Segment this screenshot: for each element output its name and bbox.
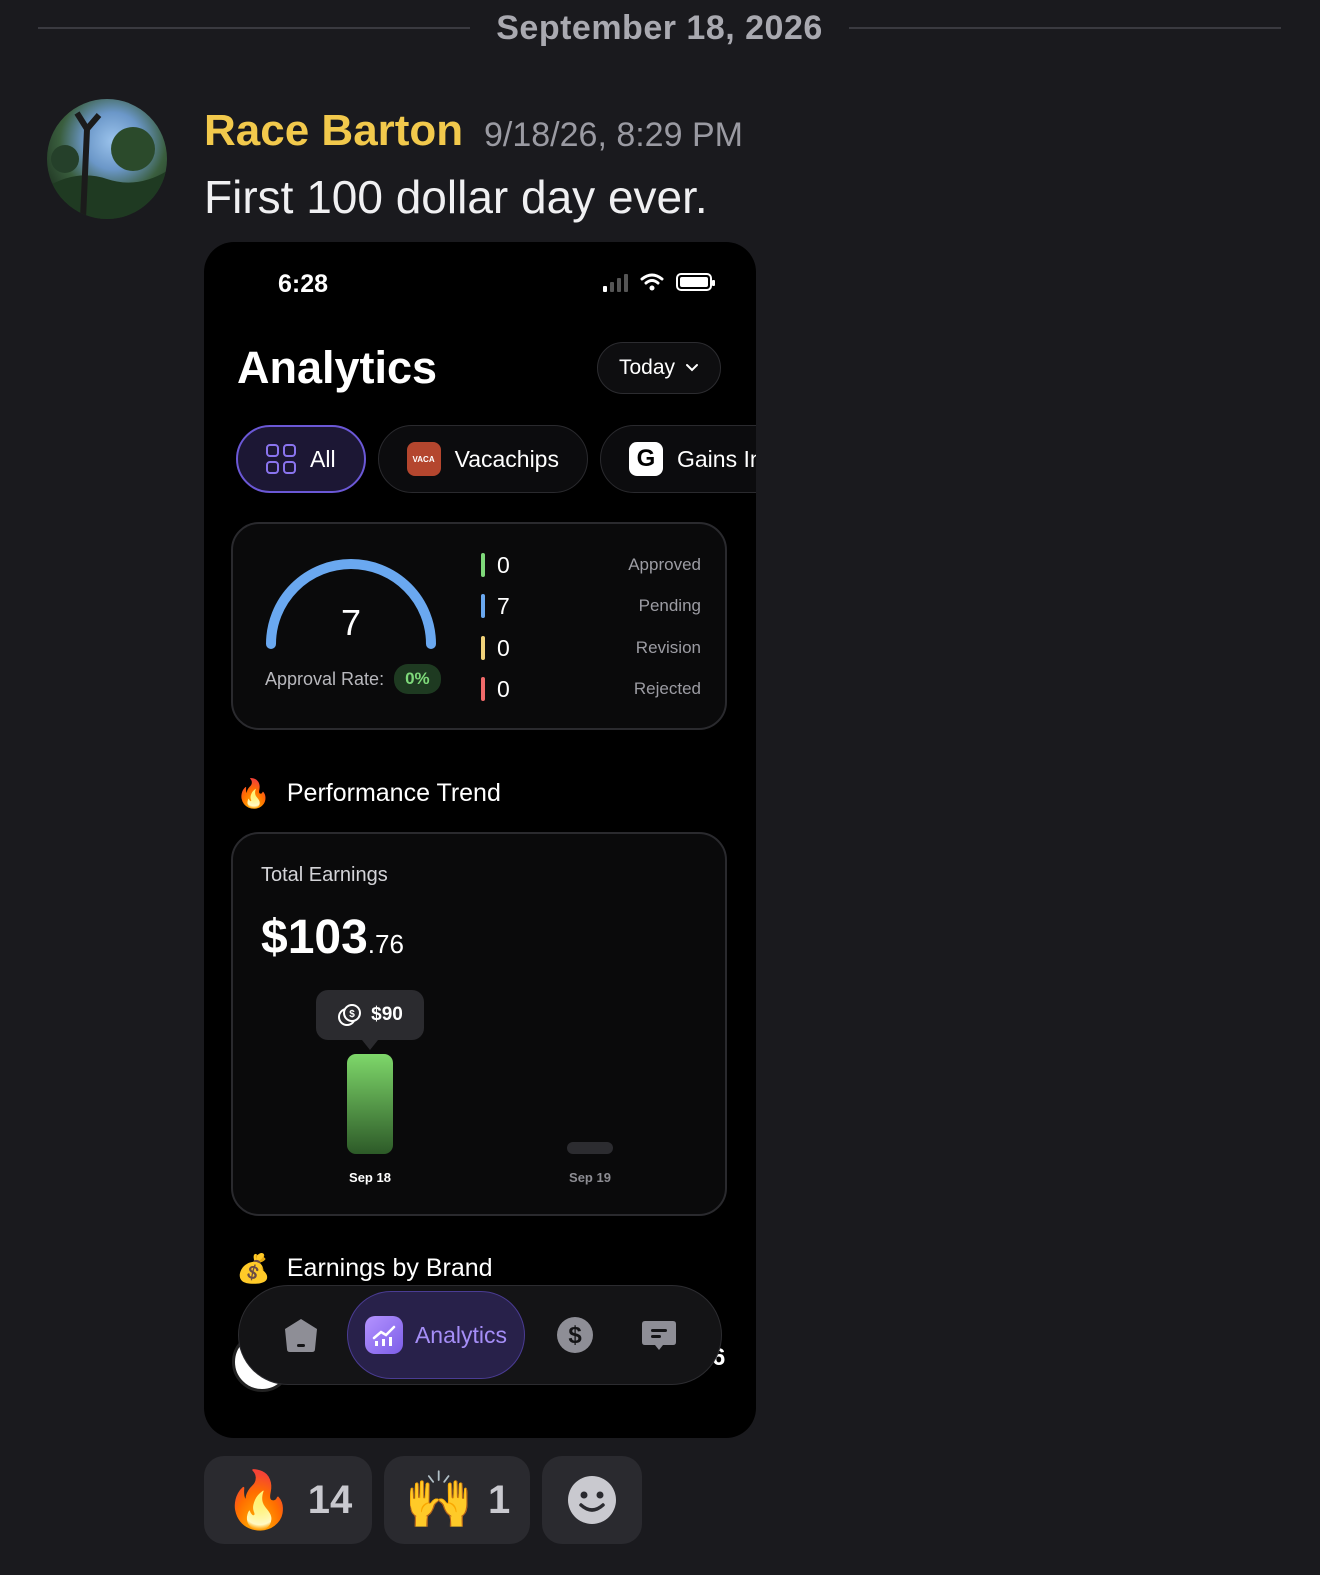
nav-messages[interactable] xyxy=(617,1293,701,1377)
reaction-count: 14 xyxy=(307,1477,353,1522)
filter-chip-all[interactable]: All xyxy=(236,425,366,493)
message-timestamp: 9/18/26, 8:29 PM xyxy=(484,116,743,154)
gauge-value: 7 xyxy=(340,602,362,643)
total-earnings-cents: .76 xyxy=(367,929,404,959)
battery-icon xyxy=(676,273,715,291)
analytics-icon xyxy=(364,1316,403,1354)
approval-rate: Approval Rate: 0% xyxy=(265,664,441,694)
bottom-nav: Analytics $ xyxy=(238,1285,722,1385)
stat-revision: 0 Revision xyxy=(481,633,701,663)
filter-chip-label: Gains In I xyxy=(676,445,756,472)
filter-chip-gains-in[interactable]: G Gains In I xyxy=(599,425,756,493)
stat-value: 0 xyxy=(497,634,510,661)
vacachips-logo-icon: VACA xyxy=(406,442,441,476)
wifi-icon xyxy=(640,273,664,291)
stat-label: Revision xyxy=(635,638,701,657)
nav-analytics-label: Analytics xyxy=(414,1321,508,1348)
signal-icon xyxy=(603,272,628,292)
chart-tooltip: $ $90 xyxy=(316,990,424,1050)
stat-color-bar xyxy=(481,553,485,577)
fire-icon: 🔥 xyxy=(224,1468,294,1531)
nav-earnings[interactable]: $ xyxy=(533,1293,617,1377)
status-icons xyxy=(603,272,715,292)
reaction-count: 1 xyxy=(487,1477,511,1522)
stat-label: Pending xyxy=(638,596,701,615)
performance-trend-title: Performance Trend xyxy=(286,779,501,807)
dollar-icon: $ xyxy=(557,1317,593,1353)
author-name[interactable]: Race Barton xyxy=(204,106,463,156)
reaction-raised-hands[interactable]: 🙌 1 xyxy=(384,1456,531,1544)
stat-value: 0 xyxy=(497,675,510,702)
tooltip-value: $90 xyxy=(371,1004,403,1025)
chevron-down-icon xyxy=(686,364,699,372)
chart-bar-sep-19[interactable] xyxy=(567,1142,613,1154)
total-earnings-dollars: $103 xyxy=(261,911,368,964)
nav-analytics[interactable]: Analytics xyxy=(347,1291,525,1379)
raised-hands-icon: 🙌 xyxy=(404,1468,474,1531)
stat-label: Approved xyxy=(628,555,701,574)
earnings-chart-card: Total Earnings $103.76 $ $90 Sep 18 Sep … xyxy=(231,832,727,1216)
stat-color-bar xyxy=(481,636,485,660)
chart-bar-sep-18[interactable] xyxy=(347,1054,393,1154)
earnings-by-brand-title: Earnings by Brand xyxy=(286,1254,493,1282)
home-icon xyxy=(285,1319,317,1352)
avatar[interactable] xyxy=(47,99,167,219)
stat-color-bar xyxy=(481,677,485,701)
date-divider: September 18, 2026 xyxy=(38,4,1281,52)
stat-label: Rejected xyxy=(633,679,701,698)
message-text: First 100 dollar day ever. xyxy=(204,171,708,223)
stat-pending: 7 Pending xyxy=(481,591,701,621)
period-value: Today xyxy=(618,356,676,379)
divider-line-right xyxy=(848,27,1281,29)
coins-icon: $ xyxy=(338,1004,362,1026)
svg-text:$: $ xyxy=(349,1009,355,1020)
x-tick-label: Sep 18 xyxy=(349,1170,391,1185)
stat-color-bar xyxy=(481,594,485,618)
smiley-icon xyxy=(568,1476,617,1524)
svg-text:$: $ xyxy=(568,1322,582,1349)
total-earnings-amount: $103.76 xyxy=(261,910,404,965)
stat-rejected: 0 Rejected xyxy=(481,674,701,704)
chat-icon xyxy=(642,1321,676,1350)
stat-approved: 0 Approved xyxy=(481,550,701,580)
divider-line-left xyxy=(38,27,471,29)
page-title: Analytics xyxy=(237,342,438,393)
stat-value: 7 xyxy=(497,592,510,619)
total-earnings-label: Total Earnings xyxy=(261,864,388,886)
earnings-by-brand-heading: 💰 Earnings by Brand xyxy=(236,1252,493,1285)
avatar-image xyxy=(47,111,167,219)
x-tick-label: Sep 19 xyxy=(569,1170,611,1185)
filter-chip-vacachips[interactable]: VACA Vacachips xyxy=(377,425,588,493)
reactions-bar: 🔥 14 🙌 1 xyxy=(204,1456,643,1544)
filter-chip-label: Vacachips xyxy=(454,445,559,472)
grid-icon xyxy=(266,444,296,474)
date-label: September 18, 2026 xyxy=(496,8,823,47)
screenshot-attachment[interactable]: 6:28 Analytics Today All VACA Vacachips xyxy=(204,242,756,1438)
performance-trend-heading: 🔥 Performance Trend xyxy=(236,777,501,810)
add-reaction-button[interactable] xyxy=(542,1456,643,1544)
brand-filter-row: All VACA Vacachips G Gains In I xyxy=(236,425,756,493)
nav-home[interactable] xyxy=(259,1293,343,1377)
filter-chip-label: All xyxy=(310,445,336,472)
money-bag-icon: 💰 xyxy=(236,1253,271,1284)
approval-rate-label: Approval Rate: xyxy=(265,668,385,689)
submission-status-card: 7 Approval Rate: 0% 0 Approved 7 Pending… xyxy=(231,522,727,730)
status-time: 6:28 xyxy=(278,270,329,298)
period-dropdown[interactable]: Today xyxy=(597,342,721,394)
stat-value: 0 xyxy=(497,551,510,578)
reaction-fire[interactable]: 🔥 14 xyxy=(204,1456,373,1544)
gains-logo-icon: G xyxy=(628,442,663,476)
fire-icon: 🔥 xyxy=(236,778,271,809)
approval-rate-badge: 0% xyxy=(394,664,441,694)
